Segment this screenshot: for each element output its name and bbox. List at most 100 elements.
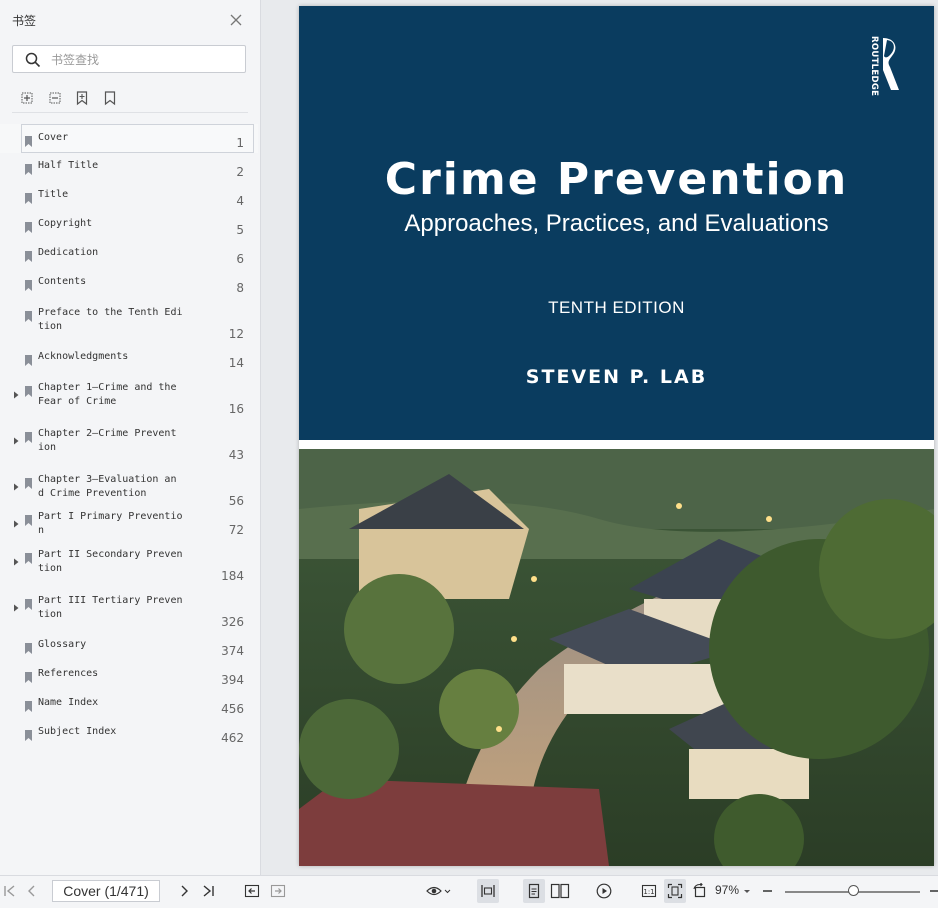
bookmark-page-number: 16 (228, 402, 244, 416)
bookmark-flag-icon (25, 351, 32, 366)
book-edition: TENTH EDITION (548, 298, 685, 317)
zoom-level[interactable]: 97% (715, 883, 739, 897)
zoom-out-icon[interactable] (760, 883, 776, 899)
expand-arrow-icon[interactable] (12, 384, 20, 399)
rotate-icon[interactable] (692, 882, 708, 899)
bookmark-flag-icon (25, 668, 32, 683)
bookmark-label: Chapter 2—Crime Prevent ion (38, 428, 177, 453)
bookmark-item[interactable]: Chapter 3—Evaluation an d Crime Preventi… (0, 463, 258, 509)
zoom-dropdown-icon[interactable] (742, 883, 752, 899)
bookmark-item[interactable]: Subject Index 462 (0, 719, 258, 748)
routledge-logo: ROUTLEDGE (865, 34, 909, 98)
book-title: Crime Prevention (384, 154, 849, 205)
bookmark-label: Chapter 3—Evaluation an d Crime Preventi… (38, 474, 177, 499)
bookmark-flag-icon (25, 474, 32, 489)
bookmark-item[interactable]: Chapter 2—Crime Prevent ion 43 (0, 417, 258, 463)
bookmark-item[interactable]: Dedication 6 (0, 240, 258, 269)
bookmark-page-number: 43 (228, 448, 244, 462)
last-page-icon[interactable] (200, 883, 216, 899)
bookmark-page-number: 1 (236, 136, 244, 150)
bookmark-panel-header: 书签 (0, 0, 260, 40)
bookmark-flag-icon (25, 639, 32, 654)
bookmark-label: Half Title (38, 160, 99, 171)
bookmark-item[interactable]: Cover 1 (0, 124, 258, 153)
bookmark-page-number: 184 (221, 569, 244, 583)
close-icon[interactable] (229, 13, 243, 27)
bookmark-page-number: 4 (236, 194, 244, 208)
bookmark-panel-title: 书签 (12, 14, 37, 28)
add-bookmark-icon[interactable] (73, 89, 91, 107)
bookmark-item[interactable]: Acknowledgments 14 (0, 342, 258, 371)
bookmark-label: Name Index (38, 697, 99, 708)
book-subtitle: Approaches, Practices, and Evaluations (404, 210, 829, 237)
bookmark-page-number: 394 (221, 673, 244, 687)
forward-icon[interactable] (270, 883, 286, 899)
bookmark-page-number: 72 (228, 523, 244, 537)
bookmark-item[interactable]: Half Title 2 (0, 153, 258, 182)
bookmark-item[interactable]: Copyright 5 (0, 211, 258, 240)
cover-header: ROUTLEDGE Crime Prevention Approaches, P… (299, 6, 934, 440)
bookmark-label: Part II Secondary Preven tion (38, 549, 183, 574)
play-icon[interactable] (596, 883, 612, 899)
previous-page-icon[interactable] (24, 883, 40, 899)
zoom-slider-handle[interactable] (848, 885, 859, 896)
expand-all-icon[interactable] (18, 89, 36, 107)
bookmark-page-number: 6 (236, 252, 244, 266)
bookmark-page-number: 374 (221, 644, 244, 658)
bookmark-item[interactable]: Chapter 1—Crime and the Fear of Crime 16 (0, 371, 258, 417)
eye-protection-icon[interactable] (426, 883, 452, 899)
bookmark-item[interactable]: Title 4 (0, 182, 258, 211)
actual-size-icon[interactable]: 1:1 (641, 883, 657, 899)
bookmark-page-number: 8 (236, 281, 244, 295)
fit-width-icon[interactable] (480, 883, 496, 899)
bookmark-item[interactable]: Preface to the Tenth Edi tion 12 (0, 298, 258, 342)
bookmark-page-number: 12 (228, 327, 244, 341)
next-page-icon[interactable] (176, 883, 192, 899)
svg-text:ROUTLEDGE: ROUTLEDGE (869, 36, 879, 96)
bookmark-flag-icon (25, 549, 32, 564)
expand-arrow-icon[interactable] (12, 430, 20, 445)
bookmark-flag-icon (25, 428, 32, 443)
bookmark-item[interactable]: Part III Tertiary Preven tion 326 (0, 586, 258, 632)
bookmark-item[interactable]: Contents 8 (0, 269, 258, 298)
bookmark-label: Contents (38, 276, 87, 287)
bookmark-flag-icon (25, 382, 32, 397)
bookmark-page-number: 326 (221, 615, 244, 629)
bookmark-item[interactable]: Part II Secondary Preven tion 184 (0, 540, 258, 586)
fit-page-icon[interactable] (667, 883, 683, 899)
svg-text:1:1: 1:1 (643, 888, 654, 896)
bookmark-item[interactable]: Name Index 456 (0, 690, 258, 719)
bookmark-item[interactable]: References 394 (0, 661, 258, 690)
expand-arrow-icon[interactable] (12, 551, 20, 566)
bookmark-item[interactable]: Glossary 374 (0, 632, 258, 661)
bookmark-label: Part III Tertiary Preven tion (38, 595, 183, 620)
bookmark-label: Title (38, 189, 69, 200)
cover-photo (299, 449, 934, 866)
bookmark-label: Dedication (38, 247, 99, 258)
page-indicator[interactable]: Cover (1/471) (52, 880, 160, 902)
bookmark-search-input[interactable] (49, 50, 243, 70)
zoom-in-icon[interactable] (928, 883, 938, 899)
bookmark-panel: 书签 Cover 1 Half Title 2 Title 4 Copyright 5 Dedi… (0, 0, 261, 875)
bookmark-label: Copyright (38, 218, 93, 229)
bookmark-flag-icon (25, 511, 32, 526)
bookmark-page-number: 462 (221, 731, 244, 745)
bookmark-page-number: 56 (228, 494, 244, 508)
back-icon[interactable] (244, 883, 260, 899)
bookmark-label: Glossary (38, 639, 87, 650)
bookmark-label: Cover (38, 132, 69, 143)
bookmark-label: References (38, 668, 99, 679)
bookmark-flag-icon (25, 697, 32, 712)
bookmark-label: Chapter 1—Crime and the Fear of Crime (38, 382, 177, 407)
bookmark-icon[interactable] (101, 89, 119, 107)
bookmark-search-box[interactable] (12, 45, 246, 73)
first-page-icon[interactable] (2, 883, 18, 899)
single-page-icon[interactable] (526, 883, 542, 899)
bookmark-flag-icon (25, 132, 32, 147)
expand-arrow-icon[interactable] (12, 476, 20, 491)
bookmark-flag-icon (25, 160, 32, 175)
two-page-icon[interactable] (550, 883, 570, 899)
expand-arrow-icon[interactable] (12, 513, 20, 528)
collapse-all-icon[interactable] (46, 89, 64, 107)
expand-arrow-icon[interactable] (12, 597, 20, 612)
